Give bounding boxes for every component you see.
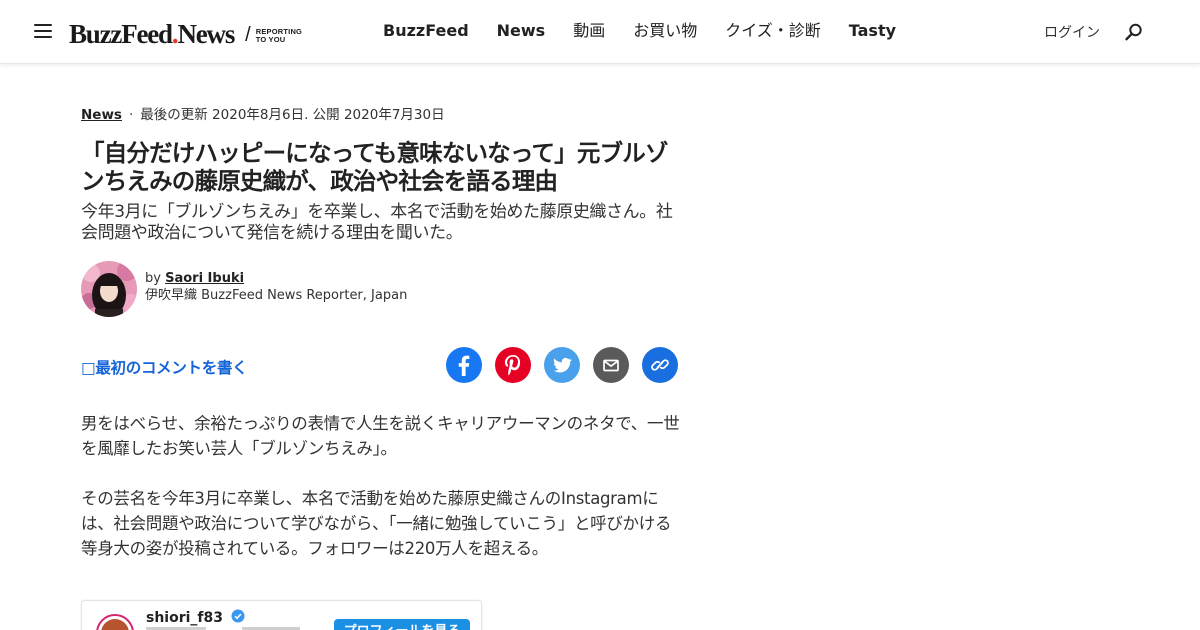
twitter-share-button[interactable] [544, 347, 580, 383]
facebook-share-button[interactable] [446, 347, 482, 383]
facebook-icon [458, 355, 470, 376]
pinterest-icon [504, 355, 521, 376]
author-avatar[interactable] [81, 261, 137, 317]
paragraph: その芸名を今年3月に卒業し、本名で活動を始めた藤原史織さんのInstagramに… [81, 489, 672, 558]
paragraph: 男をはべらせ、余裕たっぷりの表情で人生を説くキャリアウーマンのネタで、一世を風靡… [81, 414, 680, 458]
publish-dates: 最後の更新 2020年8月6日. 公開 2020年7月30日 [140, 107, 445, 123]
logo-divider: / [245, 24, 251, 46]
author-info: by Saori Ibuki 伊吹早織 BuzzFeed News Report… [145, 270, 407, 304]
byline: by Saori Ibuki 伊吹早織 BuzzFeed News Report… [81, 261, 681, 317]
nav-item-videos[interactable]: 動画 [573, 20, 605, 42]
email-share-button[interactable] [593, 347, 629, 383]
main-nav: BuzzFeed News 動画 お買い物 クイズ・診断 Tasty [383, 20, 896, 42]
nav-item-buzzfeed[interactable]: BuzzFeed [383, 20, 469, 42]
nav-item-news[interactable]: News [497, 20, 546, 42]
pinterest-share-button[interactable] [495, 347, 531, 383]
article-headline: 「自分だけハッピーになっても意味ないなって」元ブルゾンちえみの藤原史織が、政治や… [81, 139, 668, 195]
byline-prefix: by [145, 271, 161, 286]
login-link[interactable]: ログイン [1044, 22, 1100, 42]
twitter-icon [553, 357, 572, 373]
article-body: 男をはべらせ、余裕たっぷりの表情で人生を説くキャリアウーマンのネタで、一世を風靡… [81, 411, 681, 561]
copy-link-share-button[interactable] [642, 347, 678, 383]
link-icon [651, 359, 669, 371]
article-dek: 今年3月に「ブルゾンちえみ」を卒業し、本名で活動を始めた藤原史織さん。社会問題や… [81, 202, 673, 243]
instagram-avatar[interactable] [96, 614, 134, 630]
logo-wordmark: BuzzFeed.News [69, 19, 235, 49]
nav-item-quizzes[interactable]: クイズ・診断 [725, 20, 821, 42]
article: News · 最後の更新 2020年8月6日. 公開 2020年7月30日 「自分だ… [81, 104, 681, 586]
article-meta: News · 最後の更新 2020年8月6日. 公開 2020年7月30日 [81, 104, 681, 126]
search-icon[interactable] [1124, 22, 1144, 42]
view-profile-button[interactable]: プロフィールを見る [334, 619, 470, 630]
verified-badge-icon [231, 609, 245, 623]
email-icon [603, 359, 619, 372]
site-header: BuzzFeed.News / REPORTING TO YOU BuzzFeed… [0, 0, 1200, 64]
category-link[interactable]: News [81, 107, 122, 123]
meta-separator: · [128, 107, 134, 123]
comment-link[interactable]: □最初のコメントを書く [81, 356, 248, 378]
buzzfeed-news-logo[interactable]: BuzzFeed.News / REPORTING TO YOU [69, 14, 302, 50]
author-name-link[interactable]: Saori Ibuki [165, 271, 244, 286]
instagram-embed[interactable]: shiori_f83 プロフィールを見る [81, 600, 482, 630]
nav-item-tasty[interactable]: Tasty [849, 20, 896, 42]
comment-icon: □ [81, 359, 96, 377]
logo-tagline: REPORTING TO YOU [255, 27, 303, 44]
article-actions: □最初のコメントを書く [81, 347, 681, 385]
instagram-username[interactable]: shiori_f83 [146, 609, 245, 626]
nav-item-shopping[interactable]: お買い物 [633, 20, 697, 42]
hamburger-menu-icon[interactable] [34, 24, 52, 40]
author-title: 伊吹早織 BuzzFeed News Reporter, Japan [145, 288, 408, 303]
